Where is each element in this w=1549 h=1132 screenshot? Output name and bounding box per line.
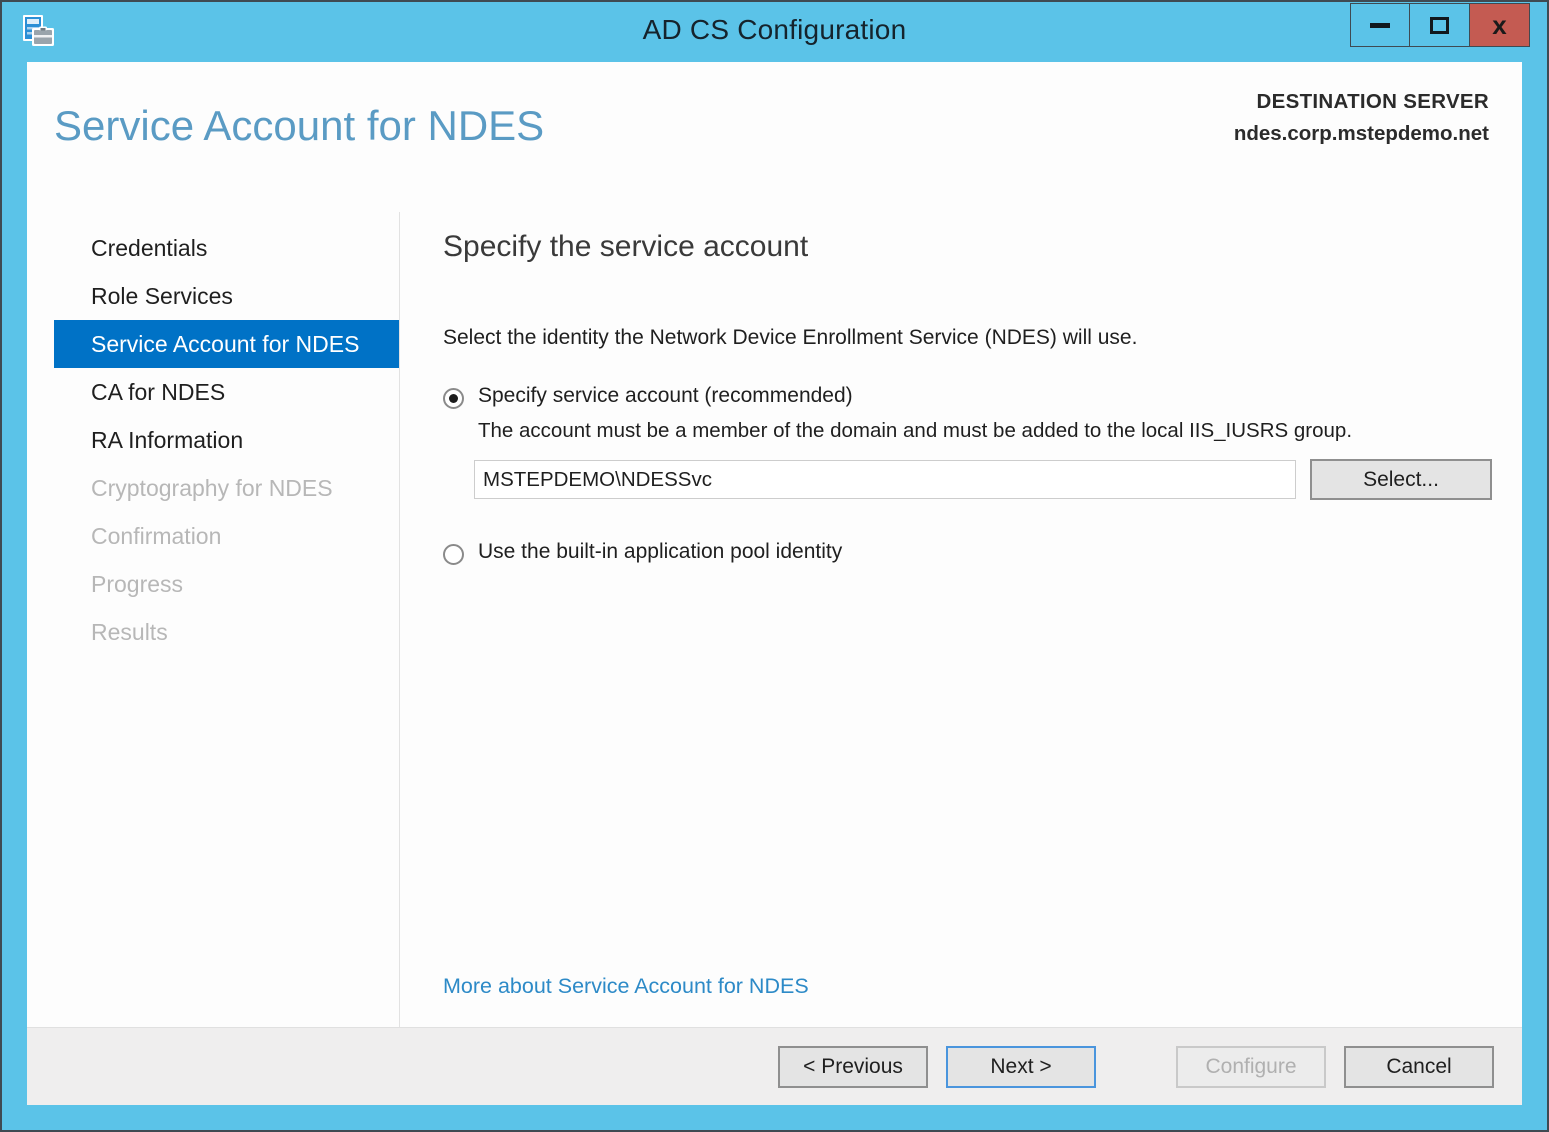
sidebar-item-label: Confirmation (91, 523, 221, 550)
sidebar-item-progress: Progress (54, 560, 399, 608)
window-controls: x (1350, 3, 1530, 47)
cancel-button[interactable]: Cancel (1344, 1046, 1494, 1088)
option-built-in-app-pool-identity[interactable]: Use the built-in application pool identi… (443, 540, 1492, 565)
sidebar-item-ra-information[interactable]: RA Information (54, 416, 399, 464)
sidebar-item-ca-for-ndes[interactable]: CA for NDES (54, 368, 399, 416)
configure-button: Configure (1176, 1046, 1326, 1088)
destination-server-block: DESTINATION SERVER ndes.corp.mstepdemo.n… (1234, 86, 1489, 150)
service-account-input[interactable] (474, 460, 1296, 499)
content-heading: Specify the service account (443, 230, 1492, 264)
service-account-row: Select... (474, 459, 1492, 500)
wizard-footer: < Previous Next > Configure Cancel (27, 1027, 1522, 1105)
option-specify-service-account-description: The account must be a member of the doma… (478, 419, 1492, 443)
sidebar-item-results: Results (54, 608, 399, 656)
body-row: Credentials Role Services Service Accoun… (27, 212, 1522, 1027)
sidebar-item-confirmation: Confirmation (54, 512, 399, 560)
ad-cs-configuration-window: AD CS Configuration x Service Account fo… (0, 0, 1549, 1132)
close-icon: x (1492, 12, 1506, 38)
sidebar-item-label: Results (91, 619, 168, 646)
previous-button[interactable]: < Previous (778, 1046, 928, 1088)
option-specify-service-account[interactable]: Specify service account (recommended) (443, 384, 1492, 409)
minimize-button[interactable] (1350, 3, 1410, 47)
maximize-button[interactable] (1410, 3, 1470, 47)
sidebar-item-label: Cryptography for NDES (91, 475, 333, 502)
option-label: Use the built-in application pool identi… (478, 540, 842, 564)
content-instruction: Select the identity the Network Device E… (443, 326, 1492, 350)
sidebar-item-cryptography-for-ndes: Cryptography for NDES (54, 464, 399, 512)
window-title: AD CS Configuration (2, 14, 1547, 46)
sidebar-item-label: RA Information (91, 427, 243, 454)
page-header: Service Account for NDES DESTINATION SER… (27, 62, 1522, 212)
close-button[interactable]: x (1470, 3, 1530, 47)
sidebar-item-label: CA for NDES (91, 379, 225, 406)
sidebar-item-service-account-for-ndes[interactable]: Service Account for NDES (54, 320, 399, 368)
sidebar-item-label: Credentials (91, 235, 207, 262)
next-button[interactable]: Next > (946, 1046, 1096, 1088)
sidebar-item-role-services[interactable]: Role Services (54, 272, 399, 320)
radio-built-in-app-pool-identity[interactable] (443, 544, 464, 565)
more-about-link[interactable]: More about Service Account for NDES (443, 974, 809, 999)
title-bar: AD CS Configuration x (2, 2, 1547, 62)
client-area: Service Account for NDES DESTINATION SER… (27, 62, 1522, 1105)
option-label: Specify service account (recommended) (478, 384, 853, 408)
destination-server-label: DESTINATION SERVER (1234, 86, 1489, 118)
sidebar-item-label: Progress (91, 571, 183, 598)
wizard-steps-sidebar: Credentials Role Services Service Accoun… (54, 212, 400, 1027)
select-account-button[interactable]: Select... (1310, 459, 1492, 500)
minimize-icon (1370, 23, 1390, 28)
maximize-icon (1430, 17, 1449, 34)
sidebar-item-label: Role Services (91, 283, 233, 310)
page-title: Service Account for NDES (54, 102, 544, 150)
content-pane: Specify the service account Select the i… (400, 212, 1522, 1027)
sidebar-item-label: Service Account for NDES (91, 331, 359, 358)
radio-specify-service-account[interactable] (443, 388, 464, 409)
destination-server-name: ndes.corp.mstepdemo.net (1234, 118, 1489, 150)
sidebar-item-credentials[interactable]: Credentials (54, 224, 399, 272)
